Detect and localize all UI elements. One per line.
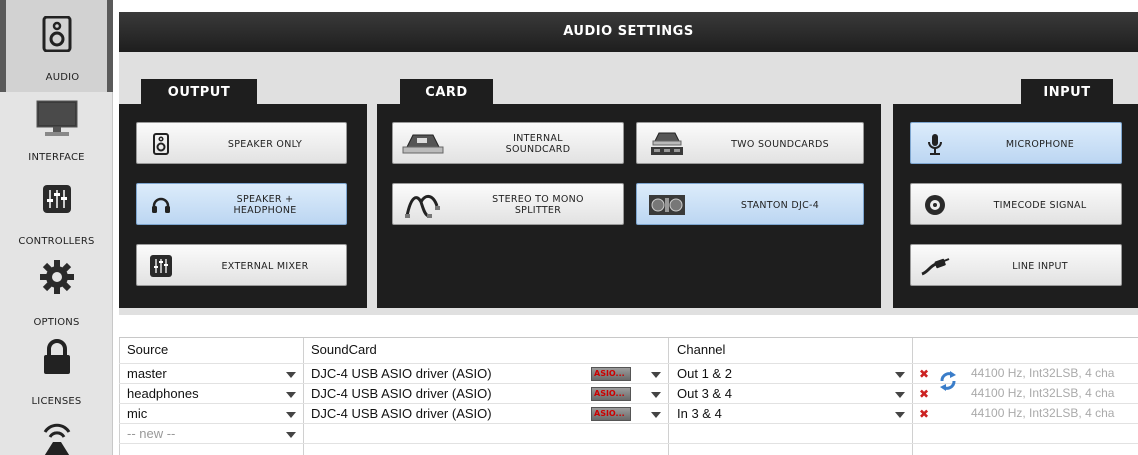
button-label: LINE INPUT — [1012, 260, 1068, 272]
soundcard-select[interactable]: DJC-4 USB ASIO driver (ASIO) — [311, 406, 492, 421]
button-label: SPEAKER + HEADPHONE — [233, 194, 297, 216]
sidebar-item-label: CONTROLLERS — [18, 236, 95, 247]
button-label: TWO SOUNDCARDS — [731, 138, 829, 150]
button-label: EXTERNAL MIXER — [221, 260, 309, 272]
card-section: INTERNAL SOUNDCARD TWO SOUNDCARDS STEREO… — [377, 104, 881, 308]
button-label: INTERNAL SOUNDCARD — [505, 133, 571, 155]
input-section: MICROPHONE TIMECODE SIGNAL LINE INPUT — [893, 104, 1138, 308]
remove-row-icon[interactable]: ✖ — [919, 367, 929, 381]
speaker-headphone-button[interactable]: SPEAKER + HEADPHONE — [136, 183, 347, 225]
gear-icon — [39, 260, 74, 294]
column-header-channel: Channel — [677, 342, 726, 357]
two-soundcards-button[interactable]: TWO SOUNDCARDS — [636, 122, 864, 164]
sidebar: AUDIO INTERFACE CONTROLLERS OPTIONS LICE… — [0, 0, 113, 455]
table-header-row: Source SoundCard Channel — [119, 338, 1138, 364]
chevron-down-icon[interactable] — [651, 392, 661, 398]
vinyl-icon — [911, 184, 959, 226]
chevron-down-icon[interactable] — [895, 412, 905, 418]
soundcard-select[interactable]: DJC-4 USB ASIO driver (ASIO) — [311, 366, 492, 381]
chevron-down-icon[interactable] — [895, 372, 905, 378]
audio-settings-panel: AUDIO SETTINGS OUTPUT SPEAKER ONLY SPEAK… — [119, 12, 1138, 315]
page-title: AUDIO SETTINGS — [119, 12, 1138, 52]
microphone-button[interactable]: MICROPHONE — [910, 122, 1122, 164]
sidebar-item-interface[interactable]: INTERFACE — [0, 95, 113, 170]
speaker-only-button[interactable]: SPEAKER ONLY — [136, 122, 347, 164]
channel-select[interactable]: Out 1 & 2 — [677, 366, 732, 381]
mixer-icon — [42, 185, 71, 213]
format-info: 44100 Hz, Int32LSB, 4 cha — [971, 386, 1115, 400]
stanton-djc4-button[interactable]: STANTON DJC-4 — [636, 183, 864, 225]
two-soundcards-icon — [637, 123, 697, 165]
sidebar-item-label: LICENSES — [31, 396, 82, 407]
button-label: SPEAKER ONLY — [227, 138, 303, 150]
chevron-down-icon[interactable] — [286, 412, 296, 418]
button-label: STEREO TO MONO SPLITTER — [492, 194, 584, 216]
sidebar-item-audio[interactable]: AUDIO — [0, 0, 113, 92]
lock-icon — [43, 339, 70, 374]
sidebar-item-label: OPTIONS — [33, 317, 80, 328]
format-info: 44100 Hz, Int32LSB, 4 cha — [971, 406, 1115, 420]
asio-panel-button[interactable]: ASIO... — [591, 407, 631, 421]
monitor-icon — [36, 100, 77, 136]
stereo-mono-splitter-button[interactable]: STEREO TO MONO SPLITTER — [392, 183, 624, 225]
remove-row-icon[interactable]: ✖ — [919, 387, 929, 401]
table-row: mic DJC-4 USB ASIO driver (ASIO) ASIO...… — [119, 405, 1138, 424]
output-section: SPEAKER ONLY SPEAKER + HEADPHONE EXTERNA… — [119, 104, 367, 308]
turntable-icon — [43, 423, 70, 455]
chevron-down-icon[interactable] — [651, 412, 661, 418]
chevron-down-icon[interactable] — [895, 392, 905, 398]
soundcard-select[interactable]: DJC-4 USB ASIO driver (ASIO) — [311, 386, 492, 401]
section-tab-output: OUTPUT — [141, 79, 257, 105]
mixer-icon — [137, 245, 185, 287]
line-input-button[interactable]: LINE INPUT — [910, 244, 1122, 286]
section-tab-input: INPUT — [1021, 79, 1113, 105]
routing-table: Source SoundCard Channel master DJC-4 US… — [119, 337, 1138, 455]
source-select[interactable]: headphones — [127, 386, 199, 401]
source-select[interactable]: mic — [127, 406, 147, 421]
chevron-down-icon[interactable] — [286, 392, 296, 398]
column-header-source: Source — [127, 342, 169, 357]
chevron-down-icon[interactable] — [286, 432, 296, 438]
section-tab-card: CARD — [400, 79, 493, 105]
asio-panel-button[interactable]: ASIO... — [591, 367, 631, 381]
chevron-down-icon[interactable] — [651, 372, 661, 378]
sidebar-item-controllers[interactable]: CONTROLLERS — [0, 172, 113, 252]
sidebar-item-record[interactable] — [0, 412, 113, 455]
channel-select[interactable]: Out 3 & 4 — [677, 386, 732, 401]
soundcard-icon — [393, 123, 453, 165]
speaker-icon — [137, 123, 185, 165]
splitter-cable-icon — [393, 184, 453, 226]
controller-icon — [637, 184, 697, 226]
external-mixer-button[interactable]: EXTERNAL MIXER — [136, 244, 347, 286]
asio-panel-button[interactable]: ASIO... — [591, 387, 631, 401]
sidebar-item-label: AUDIO — [45, 72, 80, 83]
sidebar-item-label: INTERFACE — [28, 152, 85, 163]
button-label: TIMECODE SIGNAL — [993, 199, 1087, 211]
table-row: master DJC-4 USB ASIO driver (ASIO) ASIO… — [119, 365, 1138, 384]
format-info: 44100 Hz, Int32LSB, 4 cha — [971, 366, 1115, 380]
channel-select[interactable]: In 3 & 4 — [677, 406, 722, 421]
table-row-new: -- new -- — [119, 425, 1138, 444]
remove-row-icon[interactable]: ✖ — [919, 407, 929, 421]
internal-soundcard-button[interactable]: INTERNAL SOUNDCARD — [392, 122, 624, 164]
table-row: headphones DJC-4 USB ASIO driver (ASIO) … — [119, 385, 1138, 404]
chevron-down-icon[interactable] — [286, 372, 296, 378]
column-header-soundcard: SoundCard — [311, 342, 377, 357]
speaker-icon — [42, 16, 71, 52]
headphone-icon — [137, 184, 185, 226]
source-select[interactable]: master — [127, 366, 167, 381]
new-source-select[interactable]: -- new -- — [127, 426, 175, 441]
sidebar-item-options[interactable]: OPTIONS — [0, 255, 113, 330]
button-label: STANTON DJC-4 — [740, 199, 820, 211]
button-label: MICROPHONE — [1005, 138, 1075, 150]
cable-icon — [911, 245, 959, 287]
microphone-icon — [911, 123, 959, 165]
sidebar-item-licenses[interactable]: LICENSES — [0, 332, 113, 410]
timecode-signal-button[interactable]: TIMECODE SIGNAL — [910, 183, 1122, 225]
